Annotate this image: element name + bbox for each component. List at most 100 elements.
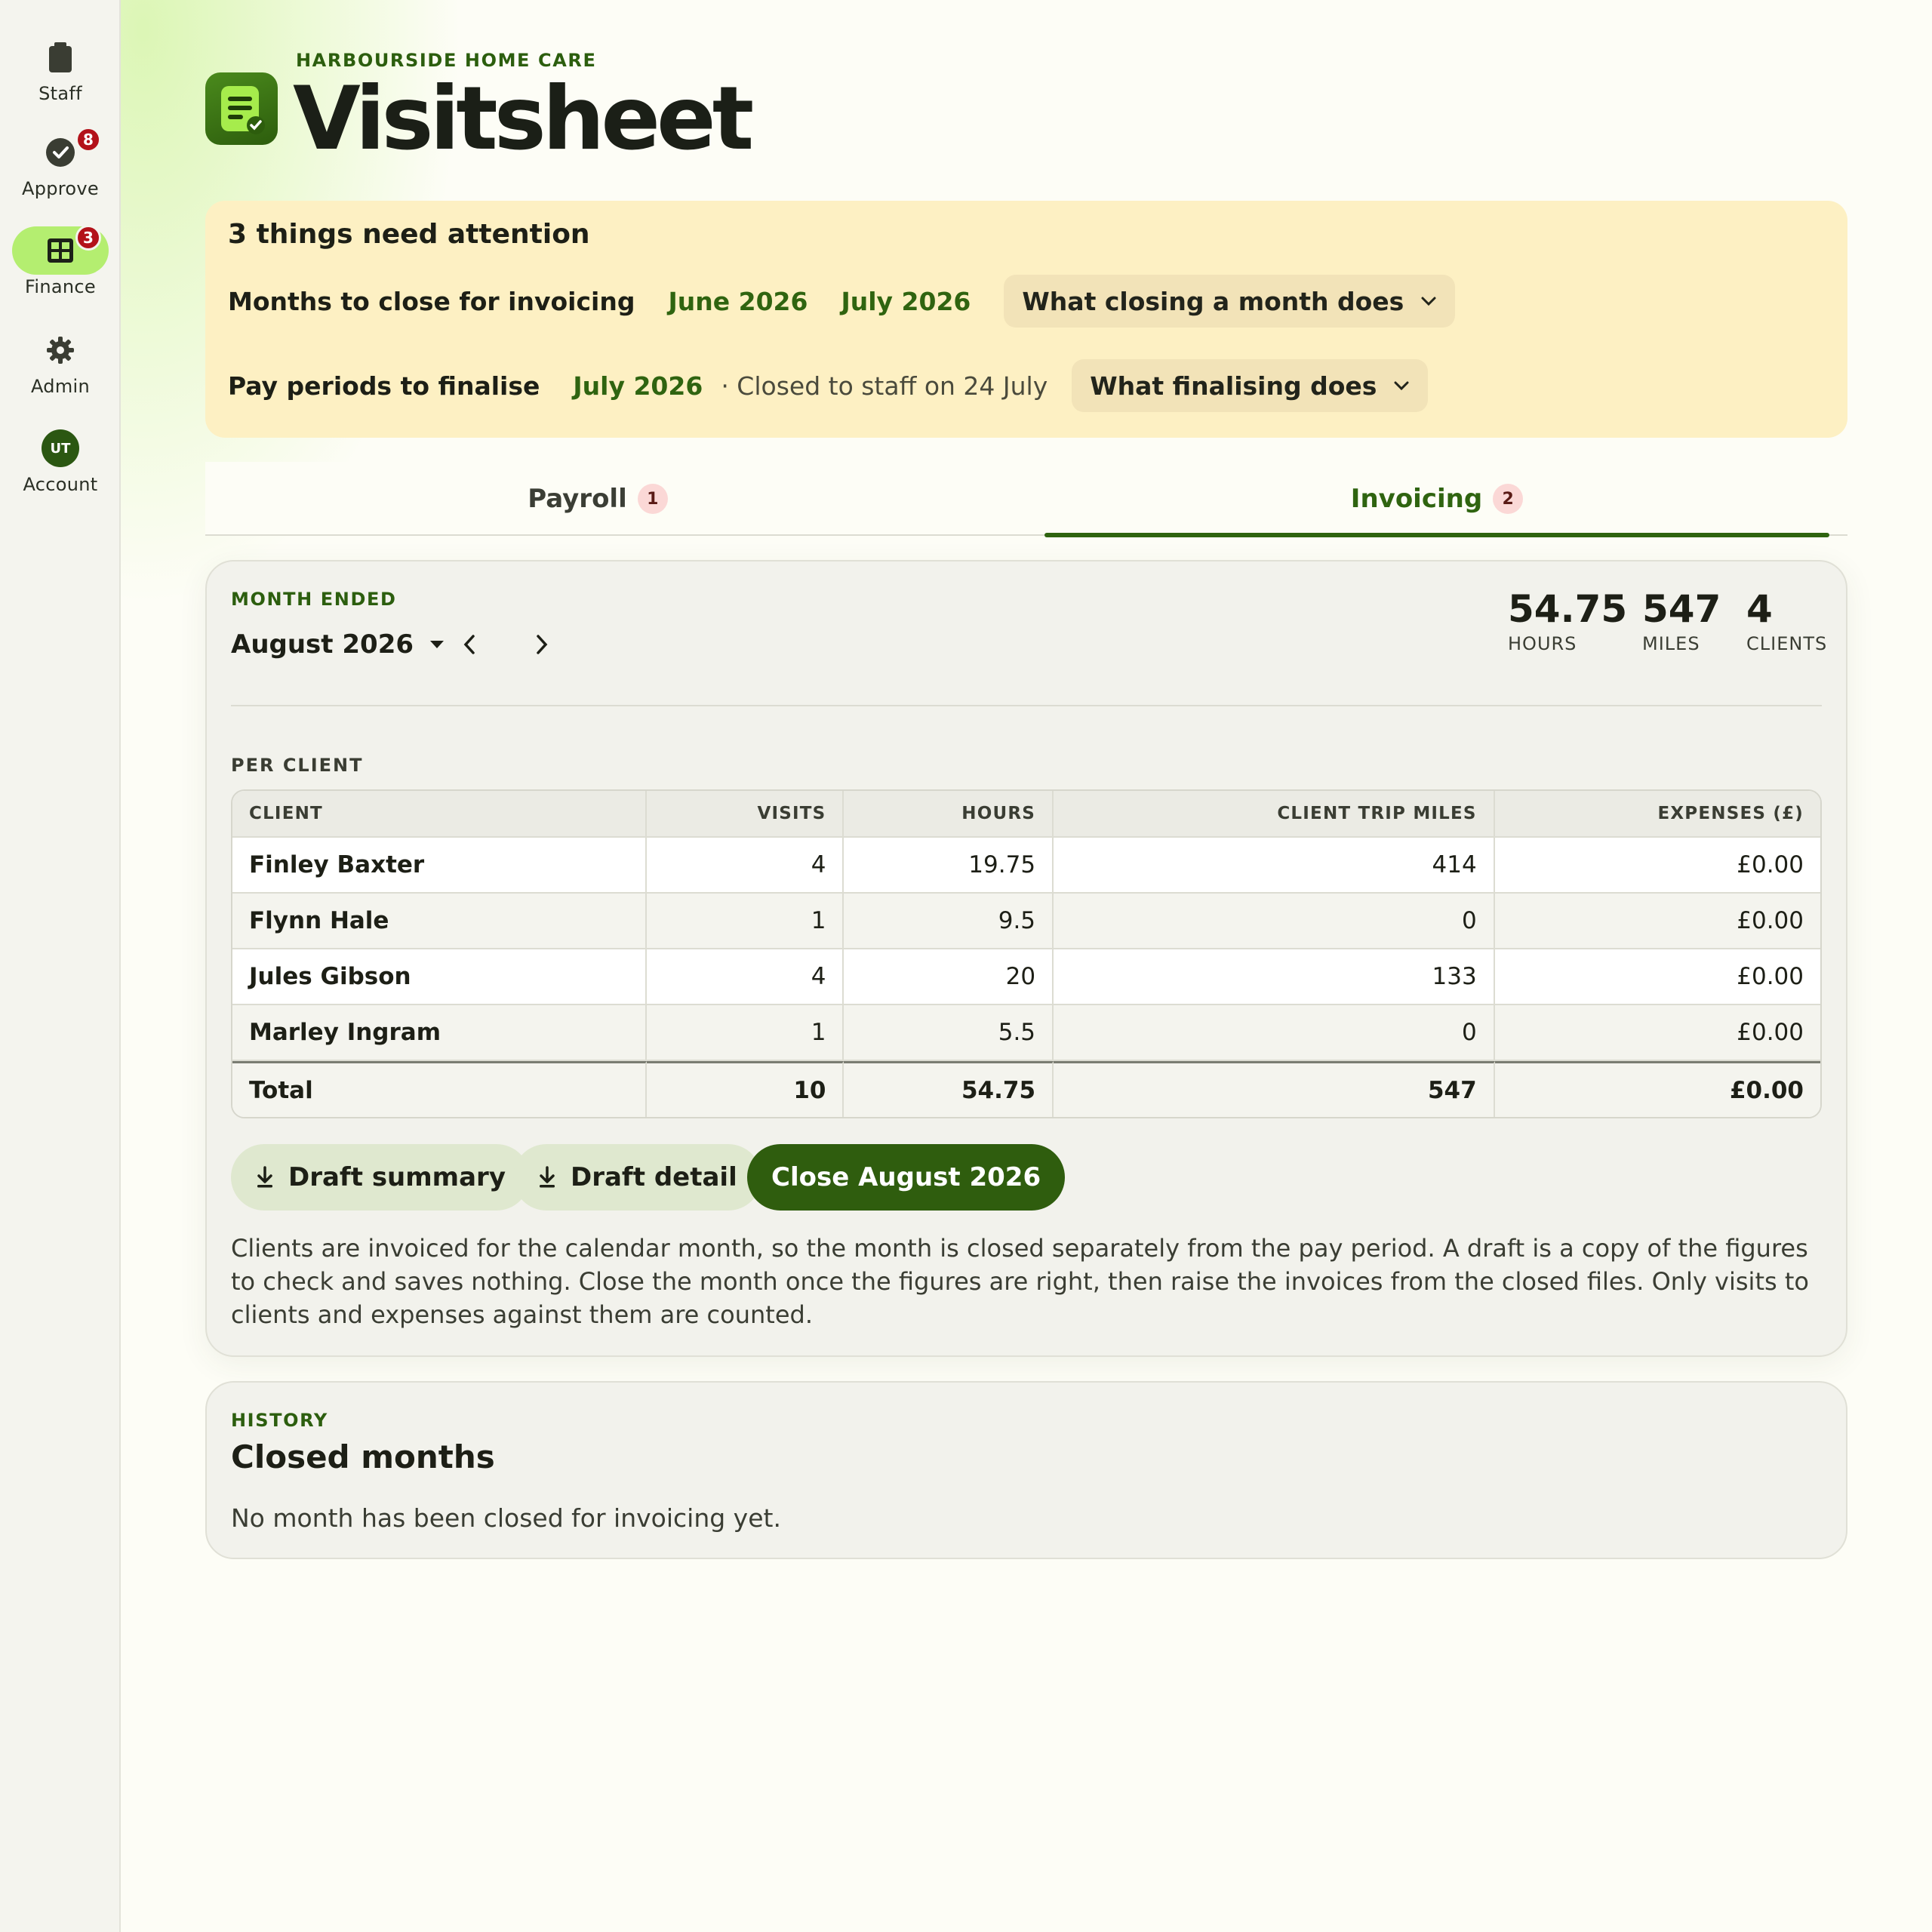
month-select[interactable]: August 2026: [231, 629, 445, 660]
table-header-row: CLIENT VISITS HOURS CLIENT TRIP MILES EX…: [232, 791, 1820, 838]
stat-clients: 4 CLIENTS: [1746, 587, 1828, 655]
visits-cell: 4: [646, 838, 844, 894]
sidebar-item-finance[interactable]: 3 Finance: [0, 225, 121, 317]
gear-icon: [47, 337, 74, 364]
sidebar-item-staff[interactable]: Staff: [0, 33, 121, 124]
page-title: Visitsheet: [293, 68, 754, 170]
chevron-right-icon: [537, 635, 548, 654]
sidebar-item-admin[interactable]: Admin: [0, 326, 121, 417]
column-header-hours[interactable]: HOURS: [844, 791, 1054, 838]
table-total-row: Total 10 54.75 547 £0.00: [232, 1061, 1820, 1117]
invoicing-card: MONTH ENDED August 2026 54.75 HOURS 547 …: [205, 560, 1847, 1357]
download-icon: [540, 1166, 555, 1188]
document-check-icon: [221, 86, 265, 134]
history-card: HISTORY Closed months No month has been …: [205, 1381, 1847, 1559]
explainer-label: What closing a month does: [1022, 286, 1404, 316]
total-label: Total: [232, 1061, 647, 1117]
sidebar-item-label: Admin: [31, 376, 90, 397]
history-label: HISTORY: [231, 1410, 328, 1431]
next-month-button[interactable]: [521, 623, 563, 666]
button-label: Draft summary: [288, 1162, 506, 1192]
chevron-left-icon: [463, 635, 475, 654]
finalising-explainer[interactable]: What finalising does: [1072, 359, 1429, 412]
hours-cell: 5.5: [844, 1005, 1054, 1061]
total-expenses: £0.00: [1494, 1061, 1820, 1117]
avatar: UT: [42, 429, 79, 467]
tab-invoicing[interactable]: Invoicing 2: [1044, 462, 1829, 537]
tab-count-badge: 1: [637, 484, 668, 514]
sidebar-item-account[interactable]: UT Account: [0, 424, 121, 515]
check-circle-icon: [46, 138, 75, 167]
visits-cell: 4: [646, 949, 844, 1005]
chevron-down-icon: [1421, 297, 1436, 306]
expenses-cell: £0.00: [1494, 949, 1820, 1005]
table-row: Finley Baxter 4 19.75 414 £0.00: [232, 838, 1820, 894]
pay-periods-label: Pay periods to finalise: [228, 371, 540, 401]
draft-summary-button[interactable]: Draft summary: [231, 1144, 530, 1211]
table-row: Jules Gibson 4 20 133 £0.00: [232, 949, 1820, 1005]
grid-icon: [48, 238, 73, 263]
months-to-close-row: Months to close for invoicing June 2026 …: [228, 275, 1456, 328]
chevron-down-icon: [1394, 381, 1409, 391]
stat-miles: 547 MILES: [1642, 587, 1721, 655]
total-visits: 10: [646, 1061, 844, 1117]
tab-payroll[interactable]: Payroll 1: [205, 462, 990, 536]
app-logo: [205, 72, 278, 145]
stat-value: 54.75: [1508, 587, 1628, 631]
history-empty-state: No month has been closed for invoicing y…: [231, 1503, 781, 1533]
miles-cell: 0: [1054, 894, 1495, 949]
client-name: Finley Baxter: [232, 838, 647, 894]
invoicing-help-text: Clients are invoiced for the calendar mo…: [231, 1234, 1809, 1329]
hours-cell: 20: [844, 949, 1054, 1005]
finance-tabs: Payroll 1 Invoicing 2: [205, 462, 1847, 537]
stat-value: 547: [1642, 587, 1721, 631]
pay-periods-row: Pay periods to finalise July 2026 · Clos…: [228, 359, 1429, 412]
per-client-label: PER CLIENT: [231, 755, 364, 776]
stat-value: 4: [1746, 587, 1773, 631]
miles-cell: 414: [1054, 838, 1495, 894]
total-miles: 547: [1054, 1061, 1495, 1117]
hours-cell: 9.5: [844, 894, 1054, 949]
expenses-cell: £0.00: [1494, 894, 1820, 949]
expenses-cell: £0.00: [1494, 1005, 1820, 1061]
sidebar-item-label: Finance: [25, 276, 96, 297]
total-hours: 54.75: [844, 1061, 1054, 1117]
sidebar: Staff 8 Approve 3 Finance Admin UT Accou…: [0, 0, 121, 1932]
visits-cell: 1: [646, 1005, 844, 1061]
sidebar-item-label: Staff: [38, 83, 82, 104]
month-link-july-2026[interactable]: July 2026: [841, 287, 971, 316]
client-name: Flynn Hale: [232, 894, 647, 949]
attention-title: 3 things need attention: [228, 219, 590, 250]
draft-detail-button[interactable]: Draft detail: [513, 1144, 761, 1211]
close-month-button[interactable]: Close August 2026: [747, 1144, 1066, 1211]
stat-label: CLIENTS: [1746, 633, 1828, 654]
stat-label: MILES: [1642, 633, 1700, 654]
pay-period-link-july-2026[interactable]: July 2026: [573, 371, 703, 401]
expenses-cell: £0.00: [1494, 838, 1820, 894]
miles-cell: 0: [1054, 1005, 1495, 1061]
previous-month-button[interactable]: [448, 623, 491, 666]
hours-cell: 19.75: [844, 838, 1054, 894]
download-icon: [257, 1166, 272, 1188]
stat-label: HOURS: [1508, 633, 1577, 654]
attention-banner: 3 things need attention Months to close …: [205, 201, 1847, 438]
month-link-june-2026[interactable]: June 2026: [668, 287, 808, 316]
table-row: Marley Ingram 1 5.5 0 £0.00: [232, 1005, 1820, 1061]
column-header-visits[interactable]: VISITS: [646, 791, 844, 838]
miles-cell: 133: [1054, 949, 1495, 1005]
stat-hours: 54.75 HOURS: [1508, 587, 1628, 655]
table-row: Flynn Hale 1 9.5 0 £0.00: [232, 894, 1820, 949]
client-name: Jules Gibson: [232, 949, 647, 1005]
column-header-miles[interactable]: CLIENT TRIP MILES: [1054, 791, 1495, 838]
column-header-client[interactable]: CLIENT: [232, 791, 647, 838]
months-to-close-label: Months to close for invoicing: [228, 286, 635, 316]
closing-month-explainer[interactable]: What closing a month does: [1004, 275, 1456, 328]
sidebar-item-label: Account: [23, 474, 98, 495]
client-name: Marley Ingram: [232, 1005, 647, 1061]
column-header-expenses[interactable]: EXPENSES (£): [1494, 791, 1820, 838]
sidebar-item-approve[interactable]: 8 Approve: [0, 127, 121, 219]
tab-label: Payroll: [528, 484, 627, 514]
visits-cell: 1: [646, 894, 844, 949]
caret-down-icon: [430, 641, 445, 648]
tab-label: Invoicing: [1350, 484, 1483, 514]
